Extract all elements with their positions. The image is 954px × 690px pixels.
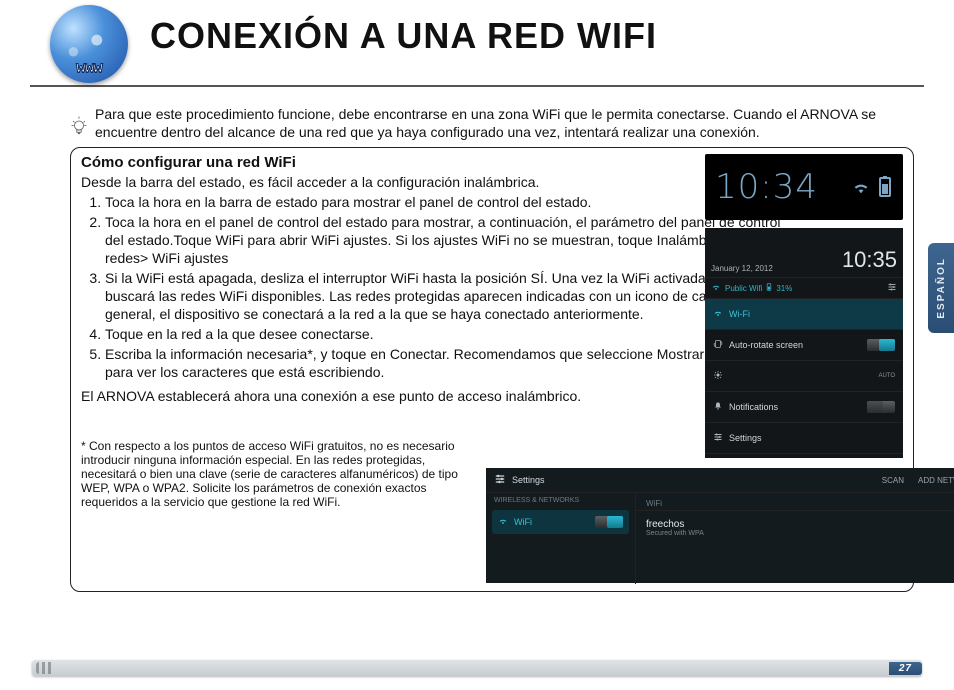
page-footer: 27 [32, 660, 922, 676]
panel-notifications-label: Notifications [729, 402, 861, 412]
wifi-category-label: WIRELESS & NETWORKS [486, 493, 635, 506]
screenshot-statusbar: 10:34 [705, 154, 903, 220]
instructions-box: Cómo configurar una red WiFi Desde la ba… [70, 147, 914, 592]
panel-row-settings: Settings [705, 423, 903, 454]
lightbulb-icon [70, 115, 88, 139]
globe-icon: www [50, 5, 128, 83]
wifi-action-scan: SCAN [882, 476, 904, 485]
language-tab: ESPAÑOL [928, 243, 954, 333]
panel-network-name: Public Wifi [725, 284, 762, 293]
panel-time: 10:35 [842, 247, 897, 273]
settings-sliders-icon [887, 282, 897, 294]
panel-wifi-label: Wi-Fi [729, 309, 895, 319]
toggle-on: ON [595, 516, 623, 528]
language-tab-label: ESPAÑOL [936, 257, 947, 319]
brightness-icon [713, 370, 723, 382]
panel-row-brightness: AUTO [705, 361, 903, 392]
page-title: CONEXIÓN A UNA RED WIFI [150, 15, 657, 57]
screenshot-wifi-settings: Settings SCAN ADD NETWORK WIRELESS & NET… [486, 468, 954, 583]
screenshot-quicksettings: January 12, 2012 10:35 Public Wifi 31% [705, 228, 903, 458]
panel-autorotate-label: Auto-rotate screen [729, 340, 861, 350]
wifi-settings-title: Settings [512, 475, 545, 485]
wifi-side-item: WiFi ON [492, 510, 629, 534]
battery-icon [766, 283, 772, 293]
step-item: Si la WiFi está apagada, desliza el inte… [105, 269, 785, 323]
panel-battery-pct: 31% [776, 284, 792, 293]
wifi-network-sub: Secured with WPA [646, 530, 704, 537]
wifi-icon [851, 179, 871, 195]
panel-date: January 12, 2012 [711, 264, 773, 273]
box-lead: Desde la barra del estado, es fácil acce… [81, 173, 721, 191]
wifi-action-add: ADD NETWORK [918, 476, 954, 485]
toggle-on: ON [867, 339, 895, 351]
step-item: Escriba la información necesaria*, y toq… [105, 345, 785, 381]
panel-row-notifications: Notifications OFF [705, 392, 903, 423]
panel-row-wifi: Wi-Fi [705, 299, 903, 330]
rotate-icon [713, 339, 723, 351]
step-item: Toca la hora en la barra de estado para … [105, 193, 785, 211]
wifi-icon [498, 517, 508, 527]
wifi-list-header: WiFi [636, 493, 954, 511]
wifi-icon [713, 309, 723, 319]
battery-icon [877, 176, 893, 198]
wifi-icon [711, 283, 721, 293]
statusbar-time: 10:34 [715, 167, 845, 207]
intro-paragraph: Para que este procedimiento funcione, de… [95, 105, 909, 141]
notifications-icon [713, 401, 723, 413]
panel-row-autorotate: Auto-rotate screen ON [705, 330, 903, 361]
wifi-item-label: WiFi [514, 517, 532, 527]
steps-list: Toca la hora en la barra de estado para … [81, 193, 785, 381]
toggle-off: OFF [867, 401, 895, 413]
step-item: Toca la hora en el panel de control del … [105, 213, 785, 267]
wifi-network-name: freechos [646, 519, 704, 530]
wifi-network-row: freechos Secured with WPA [636, 511, 954, 545]
page-number: 27 [889, 662, 922, 675]
box-after: El ARNOVA establecerá ahora una conexión… [81, 387, 761, 405]
settings-sliders-icon [713, 432, 723, 444]
panel-settings-label: Settings [729, 433, 895, 443]
globe-www-label: www [76, 59, 102, 77]
settings-sliders-icon [494, 473, 506, 487]
panel-brightness-mode: AUTO [878, 373, 895, 379]
box-footnote: * Con respecto a los puntos de acceso Wi… [81, 439, 476, 509]
step-item: Toque en la red a la que desee conectars… [105, 325, 785, 343]
